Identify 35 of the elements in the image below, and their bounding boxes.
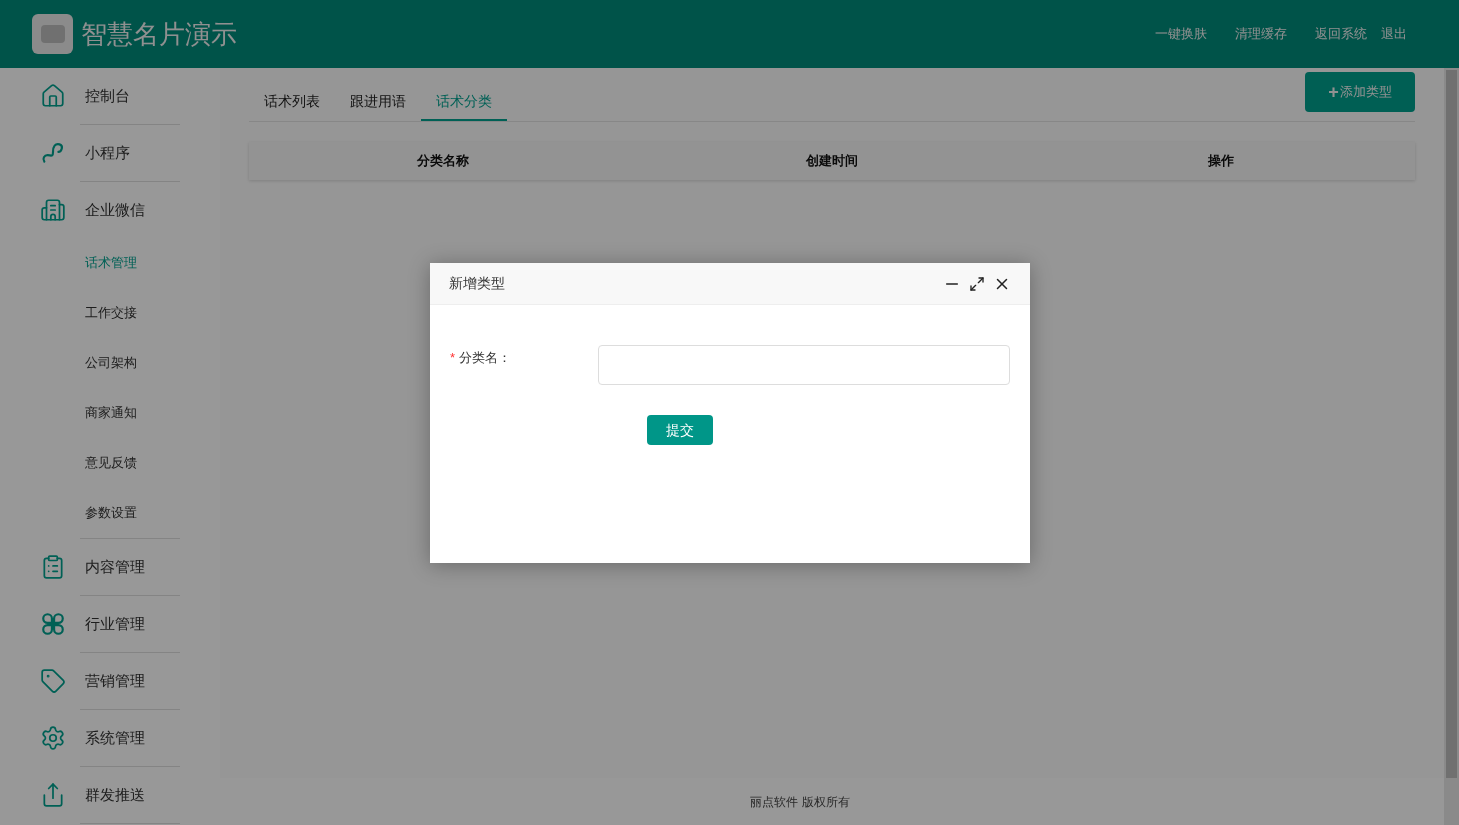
tab[interactable]: 话术列表 [249,73,335,121]
column-header: 分类名称 [417,152,470,171]
tag-icon [40,668,66,694]
building-icon [40,197,66,223]
dialog-title: 新增类型 [449,274,505,293]
copyright-text: 丽点软件 版权所有 [750,793,850,811]
settings-icon [40,725,66,751]
sidebar-item[interactable]: 群发推送 [85,783,145,807]
sidebar-subitem[interactable]: 公司架构 [85,353,137,373]
app-title: 智慧名片演示 [81,17,237,51]
sidebar-subitem[interactable]: 商家通知 [85,403,137,423]
column-header: 创建时间 [806,152,858,171]
share-icon [40,782,66,808]
sidebar-item[interactable]: 内容管理 [85,555,145,579]
sidebar-item[interactable]: 行业管理 [85,612,145,636]
tab[interactable]: 跟进用语 [335,73,421,121]
sidebar-subitem[interactable]: 工作交接 [85,303,137,323]
sidebar-item[interactable]: 系统管理 [85,726,145,750]
sidebar-item[interactable]: 营销管理 [85,669,145,693]
sidebar-item[interactable]: 小程序 [85,141,130,165]
clipboard-icon [40,554,66,580]
curve-icon [40,140,66,166]
required-mark: * [450,349,456,367]
input-field[interactable] [598,345,1010,385]
sidebar-subitem[interactable]: 参数设置 [85,503,137,523]
sidebar-item[interactable]: 控制台 [85,84,130,108]
maximize-icon[interactable] [969,275,985,292]
four-petal-icon [40,611,66,637]
submit-button[interactable]: 提交 [647,415,713,445]
field-label: 分类名： [459,349,512,367]
sidebar-item[interactable]: 企业微信 [85,198,145,222]
column-header: 操作 [1207,152,1234,171]
shop-logo-icon [32,14,73,54]
house-icon [40,83,66,109]
sidebar-subitem[interactable]: 意见反馈 [85,453,137,473]
